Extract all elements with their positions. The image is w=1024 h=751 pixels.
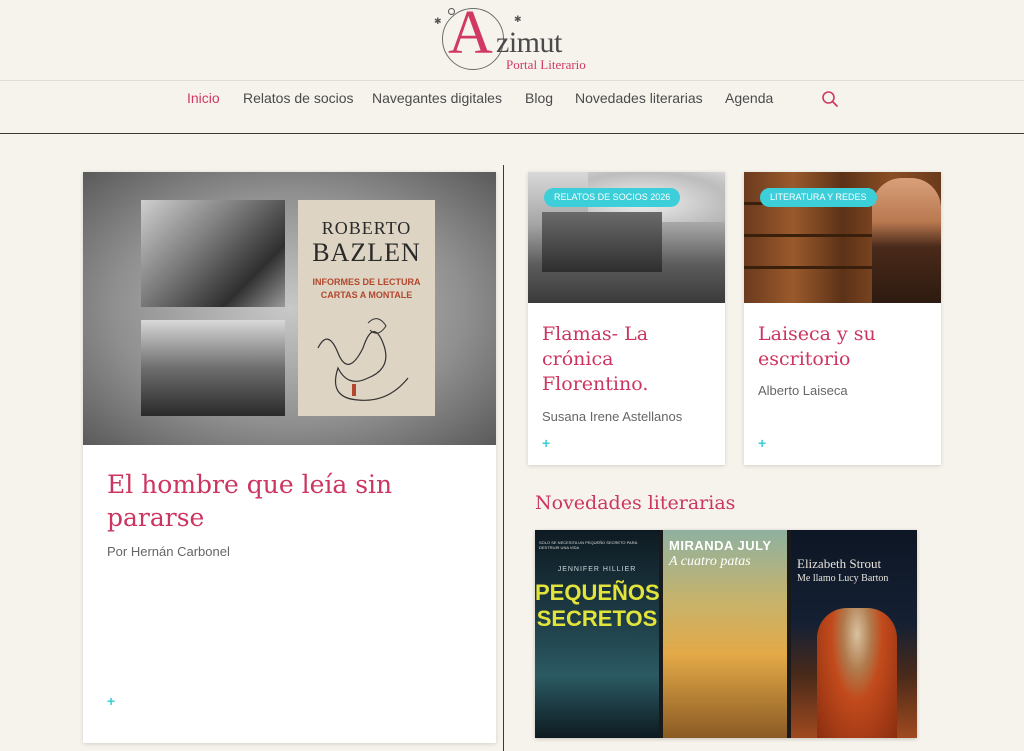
novedades-banner[interactable]: SOLO SE NECESITA UN PEQUEÑO SECRETO PARA… [535, 530, 917, 738]
article-author: Alberto Laiseca [758, 383, 848, 398]
nav-item-inicio[interactable]: Inicio [187, 90, 220, 106]
book-cover-line3: INFORMES DE LECTURA [312, 277, 421, 287]
category-tag[interactable]: LITERATURA Y REDES [760, 188, 877, 207]
category-tag[interactable]: RELATOS DE SOCIOS 2026 [544, 188, 681, 207]
main-nav: Inicio Relatos de socios Navegantes digi… [0, 90, 1024, 110]
logo-word: zimut [496, 26, 562, 59]
article-more-link[interactable]: + [758, 435, 766, 451]
nav-item-novedades[interactable]: Novedades literarias [575, 90, 703, 106]
logo-letter: A [448, 0, 493, 67]
article-card[interactable]: RELATOS DE SOCIOS 2026 Flamas- La crónic… [528, 172, 725, 465]
featured-image[interactable]: ROBERTO BAZLEN INFORMES DE LECTURA CARTA… [83, 172, 496, 445]
article-title[interactable]: Laiseca y su escritorio [758, 322, 933, 372]
book-title: Me llamo Lucy Barton [797, 573, 889, 584]
book-cover-a-cuatro-patas[interactable]: MIRANDA JULY A cuatro patas [663, 530, 787, 738]
book-cover-subtitle: INFORMES DE LECTURA CARTAS A MONTALE [298, 276, 435, 301]
book-cover-bazlen: ROBERTO BAZLEN INFORMES DE LECTURA CARTA… [298, 200, 435, 416]
logo-star-icon: ✱ [514, 15, 522, 25]
book-tagline: SOLO SE NECESITA UN PEQUEÑO SECRETO PARA… [539, 540, 638, 550]
logo-star-icon: ✱ [434, 17, 442, 27]
logo-subtitle: Portal Literario [506, 57, 586, 72]
search-icon[interactable] [821, 90, 839, 108]
book-cover-line4: CARTAS A MONTALE [320, 289, 413, 300]
featured-more-link[interactable]: + [107, 693, 115, 709]
site-logo[interactable]: ✱ ✱ A zimut Portal Literario [432, 2, 602, 78]
book-title: A cuatro patas [669, 554, 751, 569]
site-header: ✱ ✱ A zimut Portal Literario Inicio Rela… [0, 0, 1024, 134]
book-cover-line2: BAZLEN [312, 238, 421, 267]
book-cover-pequenos-secretos[interactable]: SOLO SE NECESITA UN PEQUEÑO SECRETO PARA… [535, 530, 659, 738]
article-title[interactable]: Flamas- La crónica Florentino. [542, 322, 717, 397]
featured-card[interactable]: ROBERTO BAZLEN INFORMES DE LECTURA CARTA… [83, 172, 496, 743]
photo-portrait-seated [141, 200, 285, 307]
article-card[interactable]: LITERATURA Y REDES Laiseca y su escritor… [744, 172, 941, 465]
nav-item-relatos[interactable]: Relatos de socios [243, 90, 354, 106]
book-author: JENNIFER HILLIER [557, 566, 637, 573]
article-more-link[interactable]: + [542, 435, 550, 451]
featured-title[interactable]: El hombre que leía sin pararse [107, 468, 477, 534]
portrait-figure [872, 178, 941, 303]
book-title: PEQUEÑOS SECRETOS [535, 580, 659, 631]
novedades-heading: Novedades literarias [535, 492, 736, 514]
book-cover-line1: ROBERTO [321, 218, 412, 238]
article-image-fire[interactable]: RELATOS DE SOCIOS 2026 [528, 172, 725, 303]
cover-figure [817, 608, 897, 738]
nav-item-agenda[interactable]: Agenda [725, 90, 773, 106]
book-cover-lucy-barton[interactable]: Elizabeth Strout Me llamo Lucy Barton [791, 530, 917, 738]
nav-divider [0, 80, 1024, 81]
column-divider [503, 165, 504, 751]
featured-author: Por Hernán Carbonel [107, 544, 230, 559]
nav-item-navegantes[interactable]: Navegantes digitales [372, 90, 502, 106]
article-author: Susana Irene Astellanos [542, 409, 683, 424]
ship-shape [542, 212, 662, 272]
book-author: MIRANDA JULY [669, 538, 772, 553]
book-author: Elizabeth Strout [797, 556, 882, 571]
article-image-library[interactable]: LITERATURA Y REDES [744, 172, 941, 303]
nav-item-blog[interactable]: Blog [525, 90, 553, 106]
photo-portrait-face [141, 320, 285, 416]
sketch-illustration [317, 318, 409, 401]
